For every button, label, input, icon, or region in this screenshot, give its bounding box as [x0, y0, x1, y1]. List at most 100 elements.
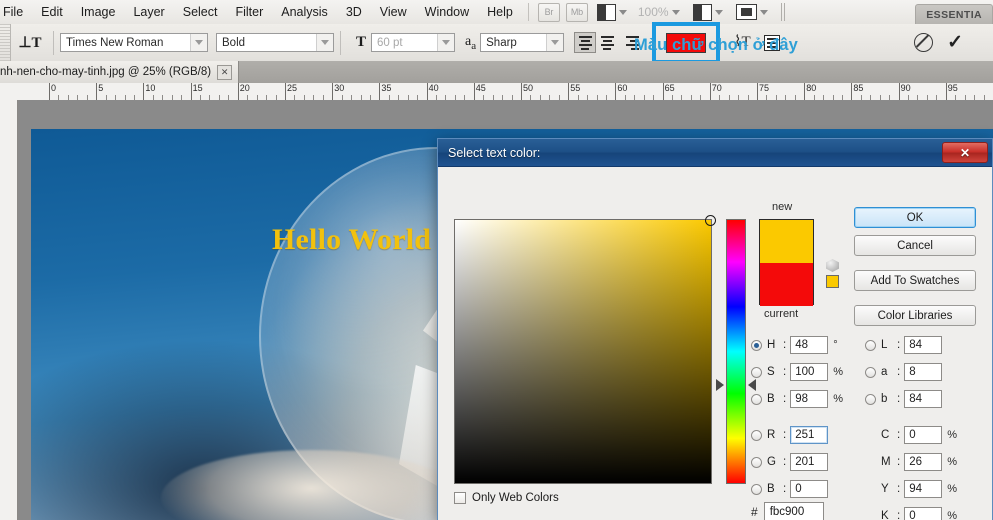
- dialog-close-icon[interactable]: ✕: [942, 142, 988, 163]
- input-lab-a[interactable]: 8: [904, 363, 943, 381]
- radio-r[interactable]: [751, 429, 762, 441]
- cancel-edit-icon[interactable]: [914, 33, 934, 52]
- input-lab-l[interactable]: 84: [904, 336, 943, 354]
- color-preview-box[interactable]: [759, 219, 814, 306]
- canvas-text-layer[interactable]: Hello World: [272, 223, 431, 257]
- hsb-row-s[interactable]: S : 100 %: [751, 362, 843, 382]
- input-c[interactable]: 0: [904, 426, 943, 444]
- align-right-button[interactable]: [618, 32, 640, 53]
- options-bar-grip[interactable]: [0, 24, 11, 61]
- menu-item-file[interactable]: File: [0, 2, 32, 22]
- ok-button[interactable]: OK: [854, 207, 976, 228]
- font-family-select[interactable]: Times New Roman: [60, 33, 208, 52]
- only-web-colors-checkbox[interactable]: [454, 492, 466, 504]
- radio-h[interactable]: [751, 339, 762, 351]
- radio-g[interactable]: [751, 456, 762, 468]
- antialias-select[interactable]: Sharp: [480, 33, 565, 52]
- input-y[interactable]: 94: [904, 480, 943, 498]
- zoom-chevron-down-icon[interactable]: [671, 9, 680, 15]
- font-size-select[interactable]: 60 pt: [371, 33, 456, 52]
- dialog-title-bar[interactable]: Select text color: ✕: [438, 139, 992, 167]
- web-safe-color-icon[interactable]: [826, 275, 839, 288]
- lab-row-a[interactable]: a : 8: [865, 362, 943, 382]
- vertical-ruler[interactable]: [0, 100, 18, 520]
- lab-row-l[interactable]: L : 84: [865, 335, 943, 355]
- input-b-brightness[interactable]: 98: [790, 390, 829, 408]
- menu-item-window[interactable]: Window: [416, 2, 478, 22]
- hsb-row-h[interactable]: H : 48 °: [751, 335, 838, 355]
- input-s[interactable]: 100: [790, 363, 829, 381]
- screen-mode-icon[interactable]: [735, 4, 757, 20]
- cmyk-row-m[interactable]: M : 26 %: [881, 452, 957, 472]
- antialias-chevron-down-icon[interactable]: [546, 34, 564, 51]
- rgb-row-b[interactable]: B : 0: [751, 479, 829, 499]
- view-extras-icon[interactable]: [596, 3, 616, 21]
- hue-slider-handle-left[interactable]: [716, 379, 724, 391]
- menu-item-edit[interactable]: Edit: [32, 2, 72, 22]
- menu-item-3d[interactable]: 3D: [337, 2, 371, 22]
- menu-item-analysis[interactable]: Analysis: [272, 2, 337, 22]
- radio-lab-a[interactable]: [865, 366, 876, 378]
- font-style-chevron-down-icon[interactable]: [316, 34, 333, 51]
- font-size-chevron-down-icon[interactable]: [437, 34, 455, 51]
- input-k[interactable]: 0: [904, 507, 943, 520]
- hue-slider[interactable]: [726, 219, 746, 484]
- hex-input[interactable]: fbc900: [763, 502, 824, 520]
- rgb-row-r[interactable]: R : 251: [751, 425, 829, 445]
- rgb-row-g[interactable]: G : 201: [751, 452, 829, 472]
- lab-row-b[interactable]: b : 84: [865, 389, 943, 409]
- color-picker-ring[interactable]: [705, 215, 716, 226]
- text-orientation-icon[interactable]: ⊥T: [17, 31, 43, 55]
- document-tab[interactable]: nh-nen-cho-may-tinh.jpg @ 25% (RGB/8) ✕: [0, 61, 240, 83]
- horizontal-ruler[interactable]: 0510152025303540455055606570758085909510…: [0, 83, 993, 101]
- align-left-button[interactable]: [574, 32, 597, 53]
- input-lab-b[interactable]: 84: [904, 390, 943, 408]
- view-extras-chevron-down-icon[interactable]: [618, 9, 627, 15]
- gamut-warning-icon[interactable]: [826, 259, 839, 272]
- close-icon[interactable]: ✕: [217, 64, 233, 80]
- current-color-label: current: [764, 308, 799, 320]
- arrange-chevron-down-icon[interactable]: [714, 9, 723, 15]
- menu-item-help[interactable]: Help: [478, 2, 522, 22]
- add-to-swatches-button[interactable]: Add To Swatches: [854, 270, 976, 291]
- menu-item-layer[interactable]: Layer: [124, 2, 173, 22]
- text-color-swatch-container[interactable]: [652, 22, 721, 64]
- menu-item-filter[interactable]: Filter: [226, 2, 272, 22]
- hsb-row-b[interactable]: B : 98 %: [751, 389, 843, 409]
- menu-item-view[interactable]: View: [371, 2, 416, 22]
- cmyk-row-k[interactable]: K : 0 %: [881, 506, 957, 520]
- input-h[interactable]: 48: [790, 336, 829, 354]
- align-center-button[interactable]: [596, 32, 618, 53]
- current-color-chip[interactable]: [760, 263, 813, 306]
- workspace-tab-essentials[interactable]: ESSENTIA: [915, 4, 993, 24]
- color-libraries-button[interactable]: Color Libraries: [854, 305, 976, 326]
- saturation-brightness-field[interactable]: [454, 215, 716, 484]
- commit-edit-icon[interactable]: ✓: [947, 33, 963, 52]
- radio-b-brightness[interactable]: [751, 393, 762, 405]
- radio-lab-l[interactable]: [865, 339, 876, 351]
- character-panel-icon[interactable]: [764, 34, 781, 51]
- cmyk-row-c[interactable]: C : 0 %: [881, 425, 957, 445]
- ruler-label: 95: [947, 83, 958, 93]
- warp-text-icon[interactable]: ⌇T: [734, 32, 752, 54]
- input-m[interactable]: 26: [904, 453, 943, 471]
- radio-s[interactable]: [751, 366, 762, 378]
- font-style-select[interactable]: Bold: [216, 33, 334, 52]
- input-r[interactable]: 251: [790, 426, 829, 444]
- cancel-button[interactable]: Cancel: [854, 235, 976, 256]
- menu-item-image[interactable]: Image: [72, 2, 125, 22]
- cmyk-row-y[interactable]: Y : 94 %: [881, 479, 957, 499]
- text-color-swatch[interactable]: [666, 33, 707, 53]
- radio-b-blue[interactable]: [751, 483, 762, 495]
- font-family-chevron-down-icon[interactable]: [190, 34, 207, 51]
- input-b-blue[interactable]: 0: [790, 480, 829, 498]
- only-web-colors-row[interactable]: Only Web Colors: [454, 492, 559, 504]
- bridge-icon[interactable]: Br: [537, 2, 560, 22]
- radio-lab-b[interactable]: [865, 393, 876, 405]
- screen-mode-chevron-down-icon[interactable]: [759, 9, 768, 15]
- menu-item-select[interactable]: Select: [174, 2, 227, 22]
- arrange-documents-icon[interactable]: [692, 3, 712, 21]
- input-g[interactable]: 201: [790, 453, 829, 471]
- mini-bridge-icon[interactable]: Mb: [565, 2, 588, 22]
- hex-field-row[interactable]: # fbc900: [751, 502, 824, 520]
